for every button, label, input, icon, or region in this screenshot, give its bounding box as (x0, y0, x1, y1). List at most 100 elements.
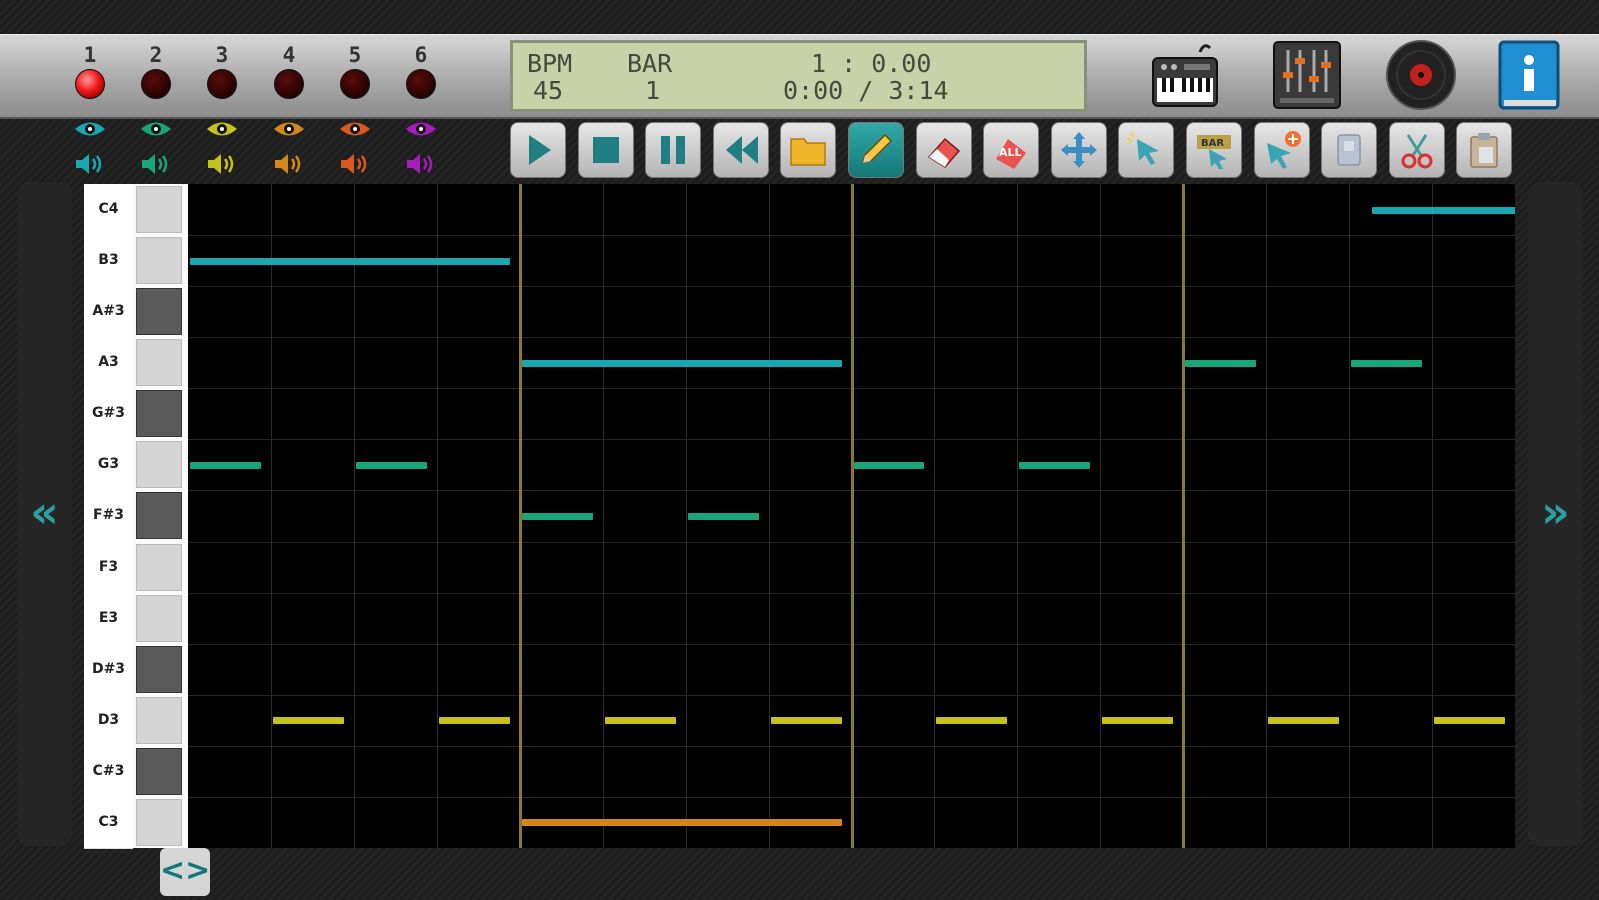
pause-button[interactable] (645, 122, 702, 178)
note[interactable] (1019, 461, 1091, 469)
grid-column-line (436, 184, 438, 848)
bar-select-icon: BAR (1197, 135, 1231, 169)
copy-icon (1337, 134, 1361, 166)
vinyl-record-icon[interactable] (1384, 38, 1458, 112)
note[interactable] (1371, 206, 1515, 214)
white-key (136, 186, 182, 233)
mixer-icon[interactable] (1270, 38, 1344, 112)
select-all-button[interactable]: ALL (983, 122, 1040, 178)
track-led-icon (274, 69, 304, 99)
white-key (136, 594, 182, 642)
bar-select-button[interactable]: BAR (1186, 122, 1242, 178)
add-pointer-button[interactable] (1253, 122, 1310, 178)
note[interactable] (853, 461, 925, 469)
note[interactable] (521, 359, 842, 367)
note[interactable] (1268, 717, 1340, 725)
note[interactable] (604, 717, 676, 725)
piano-key[interactable]: F3 (84, 541, 189, 594)
piano-key-label: C#3 (84, 745, 133, 798)
rewind-button[interactable] (712, 122, 769, 178)
keyboard-icon[interactable] (1148, 38, 1222, 112)
speaker-icon[interactable] (72, 151, 108, 177)
grid-column-line (1349, 184, 1351, 848)
piano-key[interactable]: D3 (84, 694, 189, 747)
note[interactable] (438, 717, 510, 725)
note[interactable] (272, 717, 344, 725)
horizontal-scroll-toggle[interactable]: <> (160, 848, 210, 896)
white-key (136, 696, 182, 744)
scroll-right-icon[interactable]: » (1528, 487, 1583, 538)
paste-button[interactable] (1456, 122, 1513, 178)
piano-roll-grid[interactable] (188, 184, 1515, 848)
note[interactable] (770, 717, 842, 725)
play-icon (529, 135, 551, 165)
piano-key[interactable]: G3 (84, 439, 189, 492)
eye-icon[interactable] (204, 116, 240, 142)
note[interactable] (1434, 717, 1505, 725)
grid-column-line (353, 184, 355, 848)
note[interactable] (1185, 359, 1257, 367)
track-5-selector[interactable]: 5 (335, 43, 375, 99)
note[interactable] (936, 717, 1008, 725)
piano-key[interactable]: C4 (84, 184, 189, 237)
piano-key[interactable]: G#3 (84, 388, 189, 441)
note[interactable] (190, 257, 510, 265)
note[interactable] (1351, 359, 1423, 367)
stop-button[interactable] (577, 122, 634, 178)
track-number: 5 (348, 43, 362, 67)
track-1-selector[interactable]: 1 (70, 43, 110, 99)
note[interactable] (687, 513, 759, 520)
eye-icon[interactable] (138, 116, 174, 142)
move-button[interactable] (1050, 122, 1107, 178)
eye-icon[interactable] (337, 116, 373, 142)
speaker-icon[interactable] (337, 151, 373, 177)
track-number: 6 (414, 43, 428, 67)
piano-key[interactable]: A3 (84, 337, 189, 390)
note[interactable] (521, 819, 842, 827)
folder-button[interactable] (780, 122, 837, 178)
piano-key[interactable]: B3 (84, 235, 189, 288)
piano-key[interactable]: C#3 (84, 745, 189, 798)
eraser-button[interactable] (915, 122, 972, 178)
piano-key[interactable]: A#3 (84, 286, 189, 339)
svg-text:BAR: BAR (1201, 138, 1224, 149)
note[interactable] (355, 461, 427, 469)
speaker-icon[interactable] (403, 151, 439, 177)
piano-key[interactable]: D#3 (84, 643, 189, 696)
eye-icon[interactable] (72, 116, 108, 142)
play-button[interactable] (510, 122, 566, 178)
speaker-icon[interactable] (271, 151, 307, 177)
piano-key[interactable]: F#3 (84, 490, 189, 543)
scroll-left-icon[interactable]: « (17, 487, 72, 538)
scroll-right-panel[interactable]: » (1528, 182, 1583, 846)
note[interactable] (190, 461, 261, 469)
track-number: 4 (282, 43, 296, 67)
note[interactable] (1102, 717, 1174, 725)
eye-icon[interactable] (403, 116, 439, 142)
copy-button[interactable] (1321, 122, 1378, 178)
track-3-selector[interactable]: 3 (202, 43, 242, 99)
folder-icon (790, 138, 827, 166)
piano-key[interactable]: E3 (84, 592, 189, 645)
info-book-icon[interactable] (1492, 38, 1566, 112)
top-bar: 123456 BPM 45 BAR 1 1 : 0.00 0:00 / 3:14 (0, 34, 1599, 119)
bar-label: BAR (627, 49, 673, 78)
rewind-icon (725, 136, 758, 164)
speaker-icon[interactable] (204, 151, 240, 177)
white-key (136, 441, 182, 489)
track-led-icon (141, 69, 171, 99)
note[interactable] (521, 513, 593, 520)
track-6-selector[interactable]: 6 (401, 43, 441, 99)
pencil-button[interactable] (848, 122, 904, 178)
grid-column-line (1266, 184, 1268, 848)
cut-button[interactable] (1388, 122, 1445, 178)
select-button[interactable] (1118, 122, 1175, 178)
piano-key-label: D3 (84, 694, 133, 747)
scroll-left-panel[interactable]: « (17, 182, 72, 846)
track-4-selector[interactable]: 4 (269, 43, 309, 99)
speaker-icon[interactable] (138, 151, 174, 177)
select-icon (1127, 132, 1160, 165)
piano-key[interactable]: C3 (84, 796, 189, 849)
eye-icon[interactable] (271, 116, 307, 142)
track-2-selector[interactable]: 2 (136, 43, 176, 99)
